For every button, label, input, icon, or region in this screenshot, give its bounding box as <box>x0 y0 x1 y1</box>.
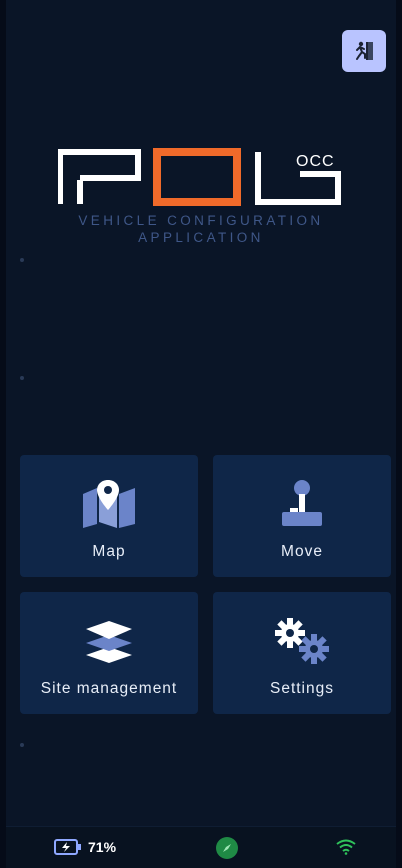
map-tile[interactable]: Map <box>20 455 198 577</box>
app-screen: OCC VEHICLE CONFIGURATION APPLICATION Ma… <box>0 0 402 868</box>
wifi-icon <box>336 839 356 855</box>
tagline-line-2: APPLICATION <box>138 230 264 245</box>
app-logo: OCC VEHICLE CONFIGURATION APPLICATION <box>6 148 396 246</box>
decor-dot <box>20 258 24 262</box>
status-bar: 71% <box>6 826 396 868</box>
exit-button[interactable] <box>342 30 386 72</box>
settings-label: Settings <box>269 680 334 697</box>
exit-run-icon <box>356 41 373 60</box>
gears-icon <box>275 618 329 664</box>
battery-charging-icon <box>54 839 81 855</box>
app-tagline: VEHICLE CONFIGURATION APPLICATION <box>78 212 323 246</box>
tagline-line-1: VEHICLE CONFIGURATION <box>78 213 324 228</box>
site-management-label: Site management <box>40 680 178 697</box>
move-label: Move <box>281 543 323 560</box>
compass-icon <box>216 837 238 859</box>
layers-icon <box>86 621 132 663</box>
logo-occ-text: OCC <box>296 153 335 170</box>
ros-occ-logo: OCC <box>58 148 341 206</box>
compass-button[interactable] <box>215 836 239 865</box>
settings-tile[interactable]: Settings <box>213 592 391 714</box>
decor-dot <box>20 376 24 380</box>
joystick-icon <box>282 480 322 526</box>
map-label: Map <box>92 543 126 560</box>
map-pin-icon <box>83 480 135 528</box>
move-tile[interactable]: Move <box>213 455 391 577</box>
decor-dot <box>20 743 24 747</box>
battery-percent: 71% <box>88 839 117 855</box>
battery-status: 71% <box>54 839 116 855</box>
site-management-tile[interactable]: Site management <box>20 592 198 714</box>
wifi-status <box>336 839 356 860</box>
